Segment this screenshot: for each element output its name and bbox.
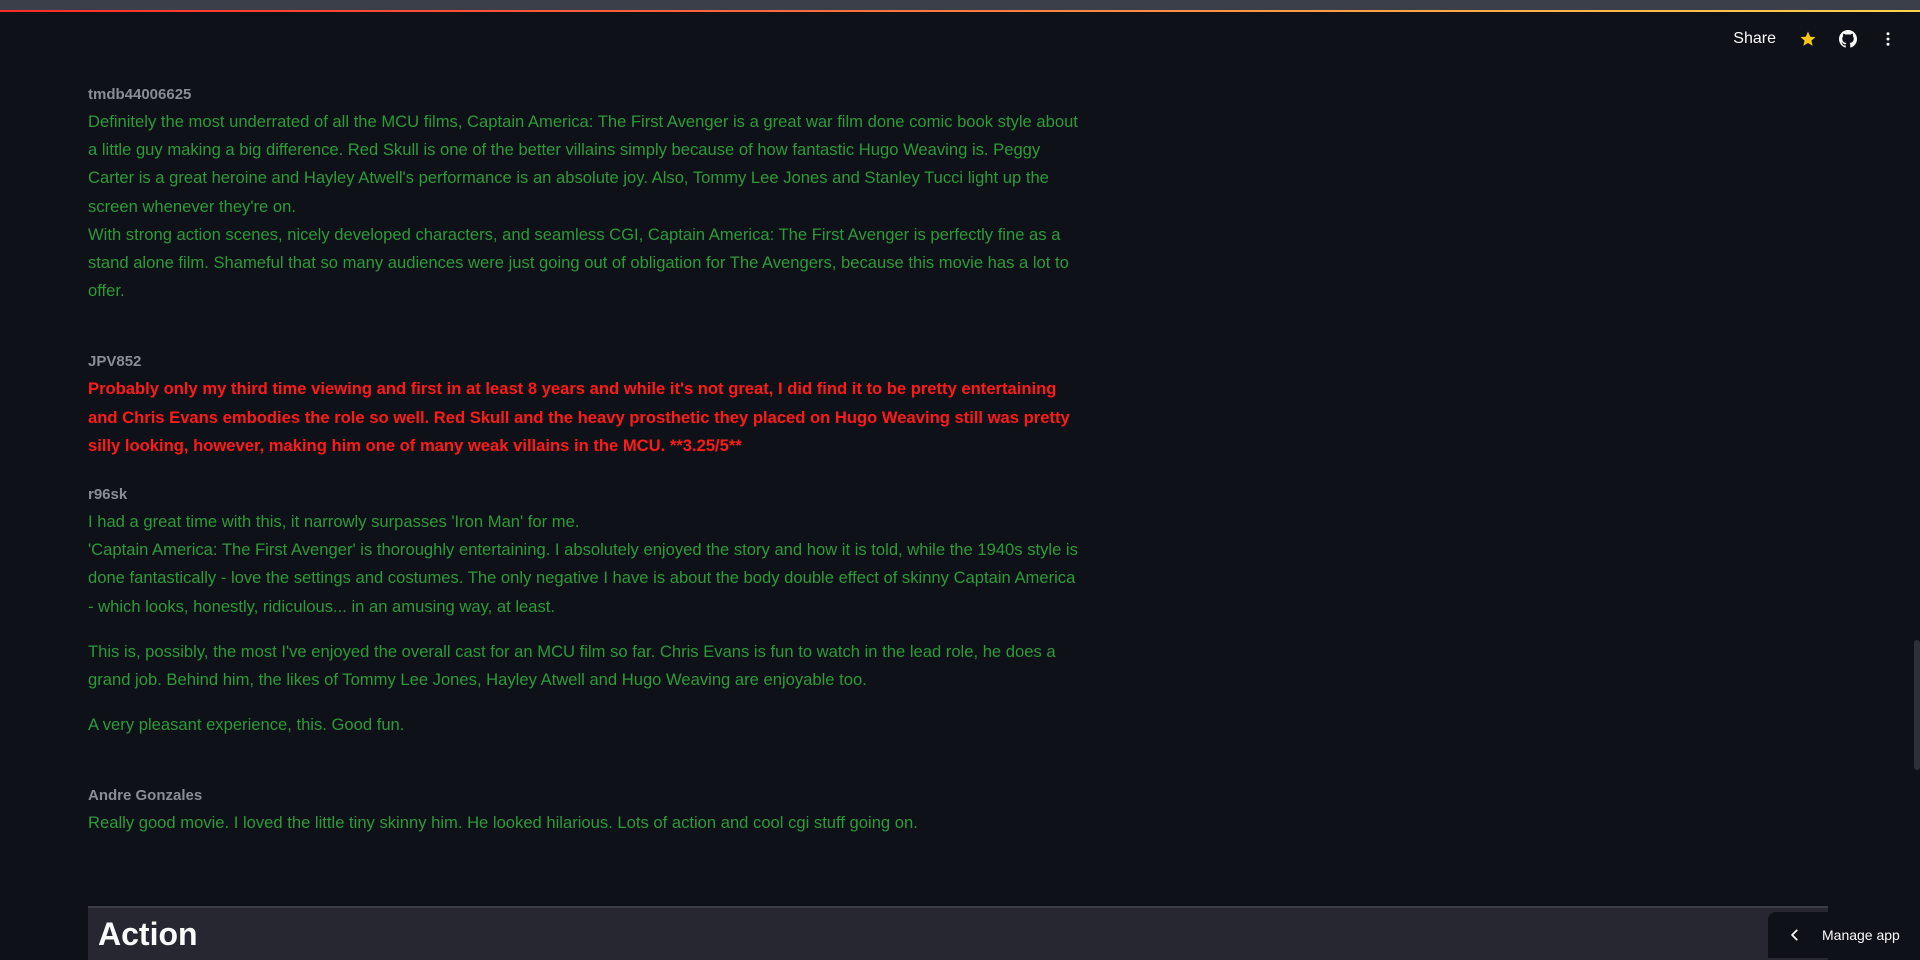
review-paragraph: A very pleasant experience, this. Good f… xyxy=(88,715,405,735)
review-author: Andre Gonzales xyxy=(88,787,203,805)
review-item: r96sk I had a great time with this, it n… xyxy=(88,482,1084,739)
scrollbar-thumb[interactable] xyxy=(1914,640,1920,770)
section-header-title: Action xyxy=(98,916,198,952)
share-button[interactable]: Share xyxy=(1721,30,1788,48)
github-icon[interactable] xyxy=(1828,24,1868,54)
review-paragraph: I had a great time with this, it narrowl… xyxy=(88,512,580,532)
chevron-left-icon xyxy=(1788,928,1810,942)
section-header-bar: Action xyxy=(88,906,1828,960)
review-paragraph: 'Captain America: The First Avenger' is … xyxy=(88,540,1078,616)
review-item: Andre Gonzales Really good movie. I love… xyxy=(88,783,1084,837)
review-author: tmdb44006625 xyxy=(88,86,192,103)
more-vertical-icon[interactable] xyxy=(1868,24,1908,54)
review-author: r96sk xyxy=(88,486,128,504)
star-icon[interactable] xyxy=(1788,24,1828,54)
manage-app-label: Manage app xyxy=(1822,927,1900,943)
top-decoration-line xyxy=(0,10,1920,12)
review-paragraph: Definitely the most underrated of all th… xyxy=(88,112,1078,216)
review-paragraph: Probably only my third time viewing and … xyxy=(88,379,1070,455)
top-decoration-bar xyxy=(0,0,1920,12)
review-item: JPV852 Probably only my third time viewi… xyxy=(88,349,1084,460)
app-toolbar: Share xyxy=(1721,24,1908,54)
manage-app-button[interactable]: Manage app xyxy=(1768,912,1920,958)
review-paragraph: Really good movie. I loved the little ti… xyxy=(88,813,918,833)
review-item: tmdb44006625 Definitely the most underra… xyxy=(88,82,1084,305)
reviews-container: tmdb44006625 Definitely the most underra… xyxy=(88,82,1084,838)
review-paragraph: This is, possibly, the most I've enjoyed… xyxy=(88,641,1056,690)
review-paragraph: With strong action scenes, nicely develo… xyxy=(88,224,1069,301)
review-author: JPV852 xyxy=(88,353,142,371)
